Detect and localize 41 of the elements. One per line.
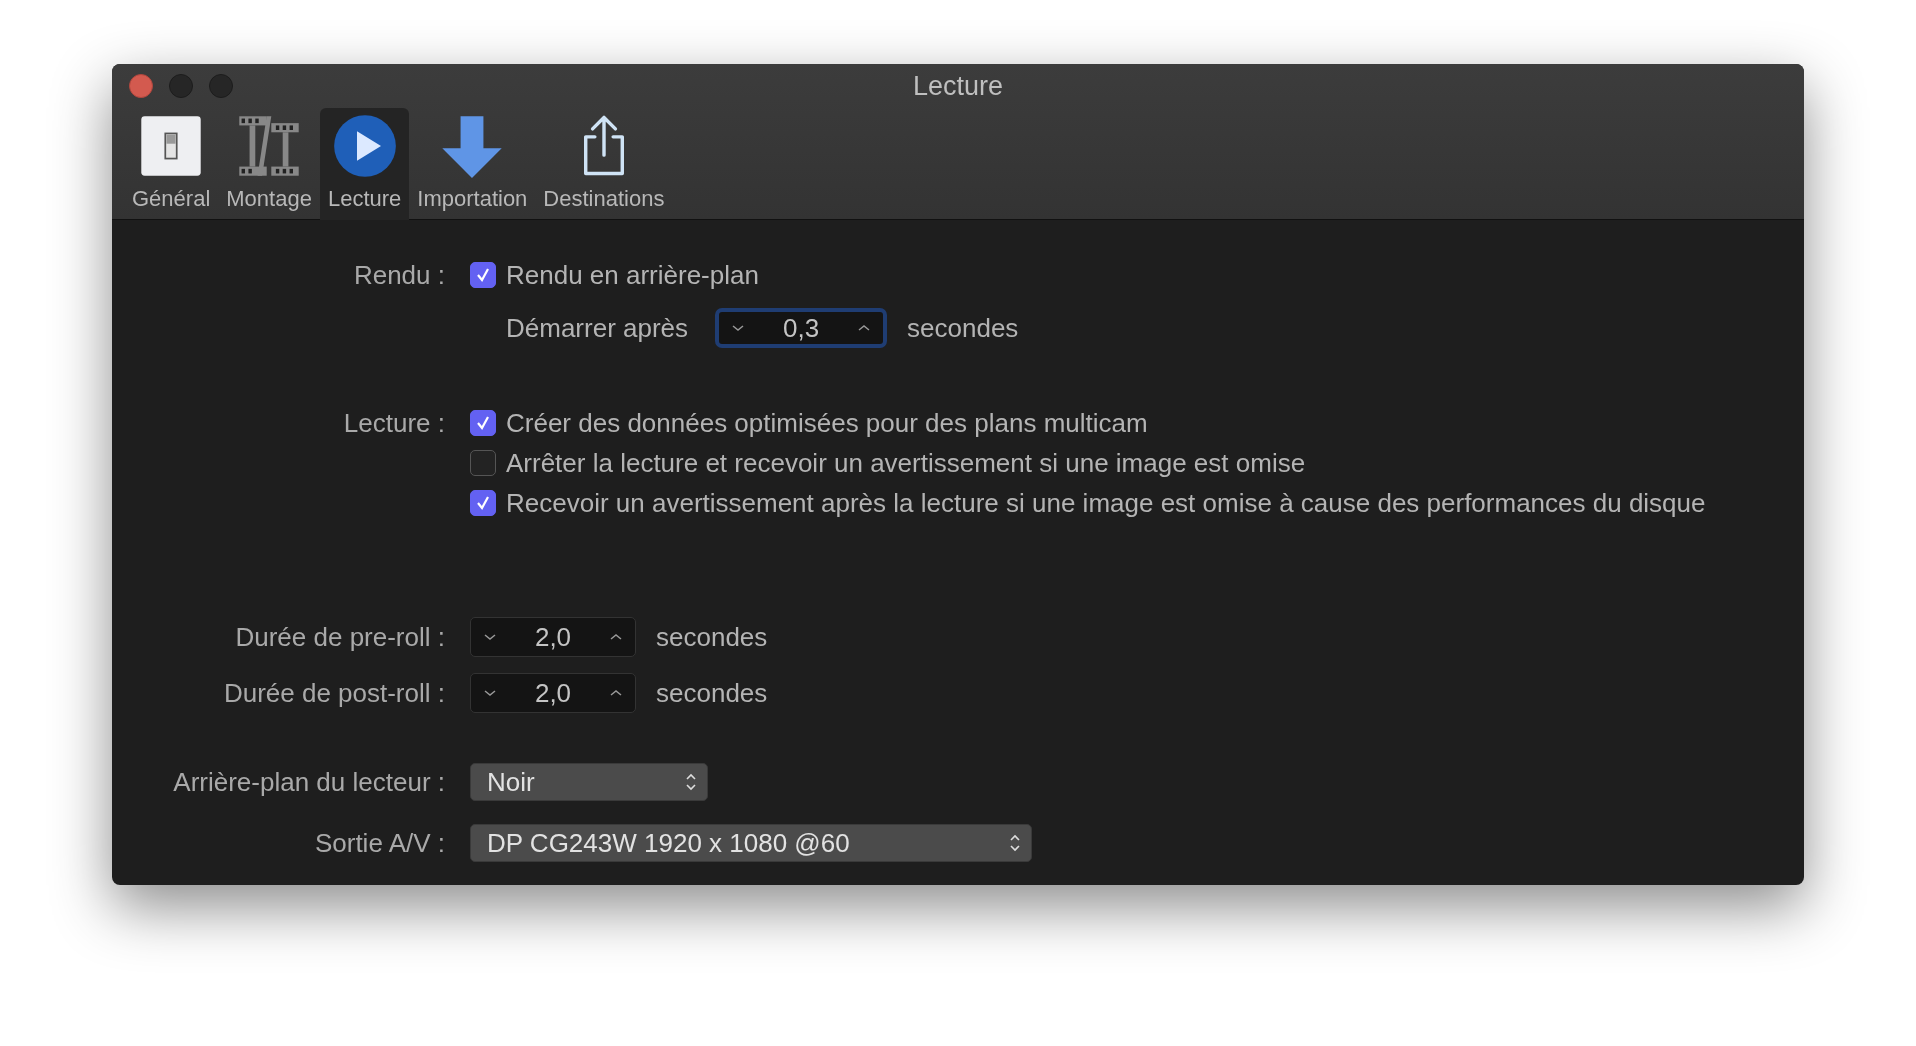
- checkbox[interactable]: [470, 262, 496, 288]
- field-label: Durée de pre-roll :: [234, 621, 445, 653]
- unit-label: secondes: [656, 677, 768, 709]
- field-label: Rendu :: [352, 259, 445, 291]
- checkbox-label: Rendu en arrière-plan: [506, 259, 759, 291]
- chevron-down-icon[interactable]: [483, 632, 497, 642]
- toolbar-tab[interactable]: Importation: [409, 108, 536, 220]
- field-label: Arrière-plan du lecteur :: [172, 766, 445, 798]
- field-label: Lecture :: [343, 407, 445, 438]
- checkbox-label: Recevoir un avertissement après la lecture si une image est omise à cause des performances du disque: [506, 487, 1706, 519]
- toolbar-tab[interactable]: Général: [124, 108, 219, 220]
- popup-menu[interactable]: Noir: [470, 763, 708, 801]
- number-stepper[interactable]: 0,3: [715, 308, 888, 348]
- checkbox-label: Créer des données optimisées pour des plans multicam: [506, 407, 1148, 439]
- chevron-up-icon[interactable]: [609, 632, 623, 642]
- window-title: Lecture: [912, 70, 1004, 102]
- up-down-chevron-icon: [1009, 833, 1021, 853]
- chevron-down-icon[interactable]: [483, 688, 497, 698]
- chevron-up-icon[interactable]: [609, 688, 623, 698]
- close-button[interactable]: [129, 74, 153, 98]
- toolbar-tab[interactable]: Lecture: [319, 108, 410, 220]
- field-label: Sortie A/V :: [313, 827, 445, 859]
- unit-label: secondes: [907, 312, 1019, 344]
- checkbox[interactable]: [470, 490, 496, 516]
- popup-menu[interactable]: DP CG243W 1920 x 1080 @60: [470, 824, 1032, 862]
- field-label: Démarrer après: [506, 312, 689, 344]
- unit-label: secondes: [656, 621, 768, 653]
- chevron-up-icon[interactable]: [857, 323, 872, 333]
- field-label: Durée de post-roll :: [222, 677, 445, 709]
- number-stepper[interactable]: 2,0: [470, 617, 636, 657]
- checkbox[interactable]: [470, 450, 496, 476]
- switch-icon: [139, 114, 204, 178]
- toolbar-tab[interactable]: Montage: [218, 108, 320, 220]
- number-stepper[interactable]: 2,0: [470, 673, 636, 713]
- checkbox[interactable]: [470, 410, 496, 436]
- up-down-chevron-icon: [685, 772, 697, 792]
- play-icon: [332, 114, 397, 178]
- film-strip-icon: [237, 114, 302, 178]
- chevron-down-icon[interactable]: [731, 323, 746, 333]
- checkbox-label: Arrêter la lecture et recevoir un avertissement si une image est omise: [506, 447, 1306, 479]
- toolbar-tab[interactable]: Destinations: [535, 108, 673, 220]
